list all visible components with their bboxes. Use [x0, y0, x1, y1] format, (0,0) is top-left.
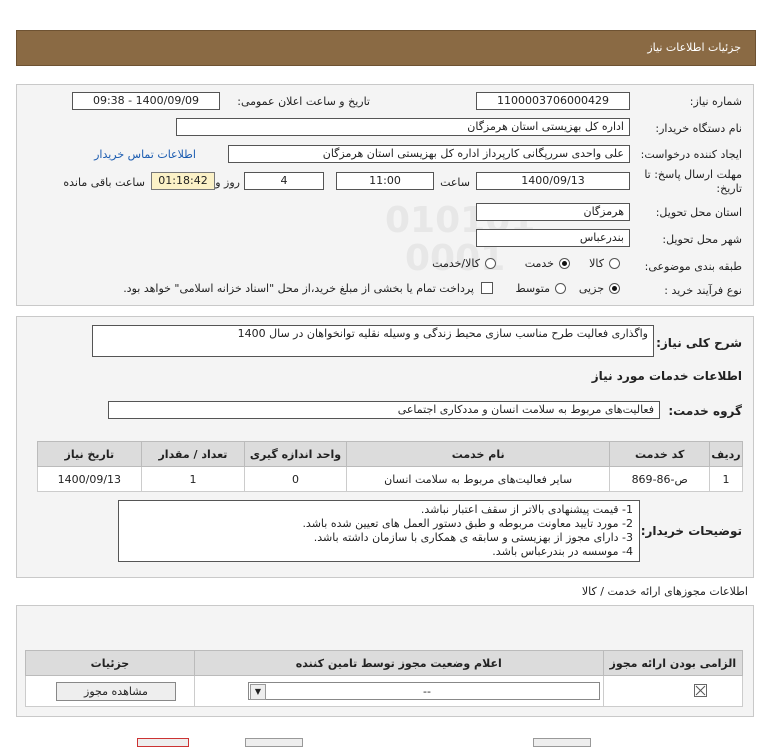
buyer-note-line: 4- موسسه در بندرعباس باشد. — [492, 545, 633, 558]
need-number-label: شماره نیاز: — [689, 95, 742, 108]
treasury-payment-checkbox[interactable] — [481, 282, 493, 294]
deadline-label: مهلت ارسال پاسخ: تا — [644, 168, 742, 181]
col-permit-details: جزئیات — [25, 650, 195, 676]
cell-quantity: 1 — [140, 466, 246, 492]
province-label: استان محل تحویل: — [655, 206, 742, 219]
col-service-code: کد خدمت — [609, 441, 710, 467]
description-field: واگذاری فعالیت طرح مناسب سازی محیط زندگی… — [92, 325, 654, 357]
col-row: ردیف — [708, 441, 744, 467]
bottom-button-red[interactable] — [137, 738, 189, 747]
buyer-note-line: 1- قیمت پیشنهادی بالاتر از سقف اعتبار نب… — [420, 503, 633, 516]
creator-field: علی واحدی سررپگانی کارپرداز اداره کل بهز… — [228, 145, 630, 163]
announce-field: 1400/09/09 - 09:38 — [72, 92, 220, 110]
buyer-note-line: 2- مورد تایید معاونت مربوطه و طبق دستور … — [302, 517, 633, 530]
service-group-field: فعالیت‌های مربوط به سلامت انسان و مددکار… — [108, 401, 660, 419]
buyer-notes-box: 1- قیمت پیشنهادی بالاتر از سقف اعتبار نب… — [118, 500, 640, 562]
page-header: جزئیات اطلاعات نیاز — [16, 30, 756, 66]
deadline-label-2: تاریخ: — [716, 182, 742, 195]
col-unit: واحد اندازه گیری — [244, 441, 347, 467]
days-field: 4 — [244, 172, 324, 190]
permits-table-header: الزامی بودن ارائه مجوز اعلام وضعیت مجوز … — [25, 650, 744, 676]
announce-label: تاریخ و ساعت اعلان عمومی: — [237, 95, 370, 108]
bottom-button-1[interactable] — [245, 738, 303, 747]
remaining-label: ساعت باقی مانده — [63, 176, 145, 189]
cell-row: 1 — [708, 466, 744, 492]
view-permit-button[interactable]: مشاهده مجوز — [56, 682, 176, 701]
category-radio-goods-service[interactable] — [485, 258, 496, 269]
cell-unit: 0 — [244, 466, 347, 492]
category-radio-goods[interactable] — [609, 258, 620, 269]
process-radio-minor[interactable] — [609, 283, 620, 294]
remaining-time-field: 01:18:42 — [151, 172, 215, 190]
services-table-header: ردیف کد خدمت نام خدمت واحد اندازه گیری ت… — [37, 441, 744, 467]
need-number-field: 1100003706000429 — [476, 92, 630, 110]
bottom-button-2[interactable] — [533, 738, 591, 747]
page-title: جزئیات اطلاعات نیاز — [647, 41, 741, 54]
permit-status-select[interactable]: -- ▼ — [248, 682, 600, 700]
days-label: روز و — [215, 176, 240, 189]
city-field: بندرعباس — [476, 229, 630, 247]
deadline-time-field: 11:00 — [336, 172, 434, 190]
buyer-field: اداره کل بهزیستی استان هرمزگان — [176, 118, 630, 136]
category-option-goods-service: کالا/خدمت — [432, 257, 480, 270]
permit-required-checkbox — [694, 684, 707, 697]
cell-permit-required — [602, 675, 744, 707]
col-need-date: تاریخ نیاز — [37, 441, 142, 467]
process-option-minor: جزیی — [578, 282, 604, 295]
buyer-contact-link[interactable]: اطلاعات تماس خریدار — [94, 148, 196, 161]
permit-status-value: -- — [423, 685, 431, 698]
col-permit-required: الزامی بودن ارائه مجوز — [602, 650, 744, 676]
city-label: شهر محل تحویل: — [662, 233, 742, 246]
deadline-date-field: 1400/09/13 — [476, 172, 630, 190]
creator-label: ایجاد کننده درخواست: — [640, 148, 742, 161]
table-row: 1 ص-86-869 سایر فعالیت‌های مربوط به سلام… — [37, 466, 744, 492]
col-permit-status: اعلام وضعیت مجوز توسط تامین کننده — [193, 650, 604, 676]
category-option-goods: کالا — [589, 257, 604, 270]
category-option-service: خدمت — [524, 257, 554, 270]
cross-icon — [695, 685, 706, 696]
chevron-down-icon: ▼ — [250, 684, 266, 700]
category-label: طبقه بندی موضوعی: — [644, 260, 742, 273]
process-radio-medium[interactable] — [555, 283, 566, 294]
col-quantity: تعداد / مقدار — [140, 441, 246, 467]
cell-service-code: ص-86-869 — [609, 466, 710, 492]
buyer-label: نام دستگاه خریدار: — [655, 122, 742, 135]
description-label: شرح کلی نیاز: — [656, 336, 742, 350]
permits-section-title: اطلاعات مجوزهای ارائه خدمت / کالا — [581, 585, 748, 598]
buyer-notes-label: توضیحات خریدار: — [640, 524, 742, 538]
province-field: هرمزگان — [476, 203, 630, 221]
service-group-label: گروه خدمت: — [668, 404, 742, 418]
page: جزئیات اطلاعات نیاز 010101 0001 ParsNama… — [0, 0, 770, 747]
cell-service-name: سایر فعالیت‌های مربوط به سلامت انسان — [345, 466, 611, 492]
deadline-time-label: ساعت — [440, 176, 470, 189]
cell-need-date: 1400/09/13 — [37, 466, 142, 492]
process-label: نوع فرآیند خرید : — [664, 284, 742, 297]
services-table: ردیف کد خدمت نام خدمت واحد اندازه گیری ت… — [37, 441, 744, 492]
buyer-note-line: 3- دارای مجوز از بهزیستی و سابقه ی همکار… — [313, 531, 633, 544]
services-section-title: اطلاعات خدمات مورد نیاز — [591, 369, 742, 383]
col-service-name: نام خدمت — [345, 441, 611, 467]
category-radio-service[interactable] — [559, 258, 570, 269]
process-option-medium: متوسط — [515, 282, 550, 295]
treasury-payment-note: پرداخت تمام یا بخشی از مبلغ خرید،از محل … — [123, 282, 474, 295]
